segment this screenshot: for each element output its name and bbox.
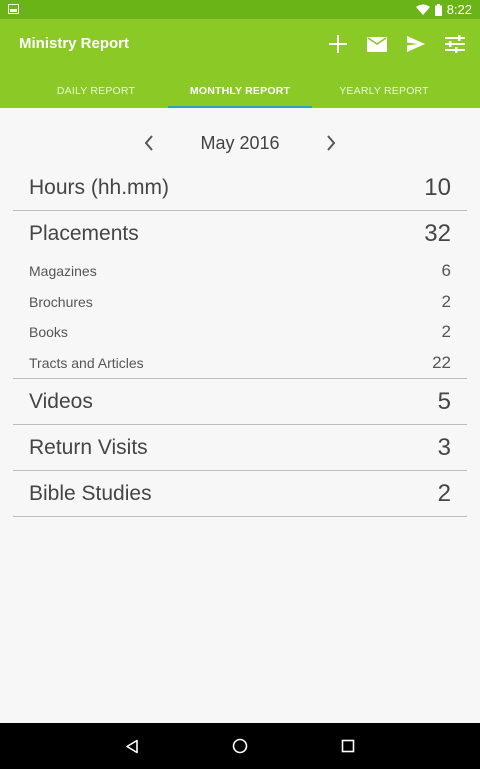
hours-row[interactable]: Hours (hh.mm) 10	[13, 165, 467, 210]
tracts-row[interactable]: Tracts and Articles 22	[13, 348, 467, 379]
settings-sliders-icon	[445, 35, 465, 53]
add-icon	[329, 35, 347, 53]
report-tabs: DAILY REPORT MONTHLY REPORT YEARLY REPOR…	[24, 74, 456, 108]
bible-studies-label: Bible Studies	[29, 481, 152, 505]
back-icon	[126, 739, 138, 753]
bible-studies-value: 2	[437, 479, 451, 507]
add-button[interactable]	[327, 33, 349, 55]
settings-button[interactable]	[444, 33, 466, 55]
videos-label: Videos	[29, 389, 93, 413]
month-navigator: May 2016	[0, 127, 480, 159]
tracts-label: Tracts and Articles	[29, 354, 144, 371]
tracts-value: 22	[432, 352, 451, 372]
chevron-left-icon	[144, 135, 153, 151]
chevron-right-icon	[327, 135, 336, 151]
divider	[13, 516, 467, 517]
back-button[interactable]	[120, 734, 144, 758]
brochures-row[interactable]: Brochures 2	[13, 287, 467, 318]
placements-row[interactable]: Placements 32	[13, 211, 467, 256]
placements-label: Placements	[29, 221, 139, 245]
brochures-value: 2	[441, 291, 451, 311]
return-visits-value: 3	[437, 433, 451, 461]
app-bar: Ministry Report DAILY REPORT MONTHLY REP…	[0, 19, 480, 108]
return-visits-label: Return Visits	[29, 435, 148, 459]
app-title: Ministry Report	[19, 35, 130, 52]
send-icon	[407, 36, 425, 52]
videos-row[interactable]: Videos 5	[13, 379, 467, 424]
status-bar: 8:22	[0, 0, 480, 19]
home-button[interactable]	[228, 734, 252, 758]
month-label: May 2016	[200, 132, 280, 153]
image-icon	[8, 4, 19, 14]
hours-value: 10	[424, 173, 451, 201]
send-button[interactable]	[405, 33, 427, 55]
next-month-button[interactable]	[319, 131, 343, 155]
status-time: 8:22	[446, 2, 472, 17]
placements-value: 32	[424, 219, 451, 247]
prev-month-button[interactable]	[137, 131, 161, 155]
tab-monthly-report[interactable]: MONTHLY REPORT	[168, 74, 312, 108]
books-row[interactable]: Books 2	[13, 317, 467, 348]
return-visits-row[interactable]: Return Visits 3	[13, 425, 467, 470]
books-label: Books	[29, 324, 68, 341]
recents-button[interactable]	[336, 734, 360, 758]
battery-icon	[434, 3, 442, 16]
books-value: 2	[441, 322, 451, 342]
videos-value: 5	[437, 387, 451, 415]
home-icon	[232, 738, 248, 754]
wifi-icon	[415, 4, 430, 15]
toolbar-actions	[327, 33, 466, 55]
tab-daily-report[interactable]: DAILY REPORT	[24, 74, 168, 108]
mail-icon	[367, 36, 387, 52]
recents-icon	[341, 739, 355, 753]
report-list: Hours (hh.mm) 10 Placements 32 Magazines…	[13, 165, 467, 517]
brochures-label: Brochures	[29, 293, 93, 310]
hours-label: Hours (hh.mm)	[29, 175, 170, 199]
mail-button[interactable]	[366, 33, 388, 55]
magazines-value: 6	[441, 261, 451, 281]
magazines-label: Magazines	[29, 263, 97, 280]
bible-studies-row[interactable]: Bible Studies 2	[13, 471, 467, 516]
system-nav-bar	[0, 723, 480, 769]
tab-yearly-report[interactable]: YEARLY REPORT	[312, 74, 456, 108]
magazines-row[interactable]: Magazines 6	[13, 256, 467, 287]
